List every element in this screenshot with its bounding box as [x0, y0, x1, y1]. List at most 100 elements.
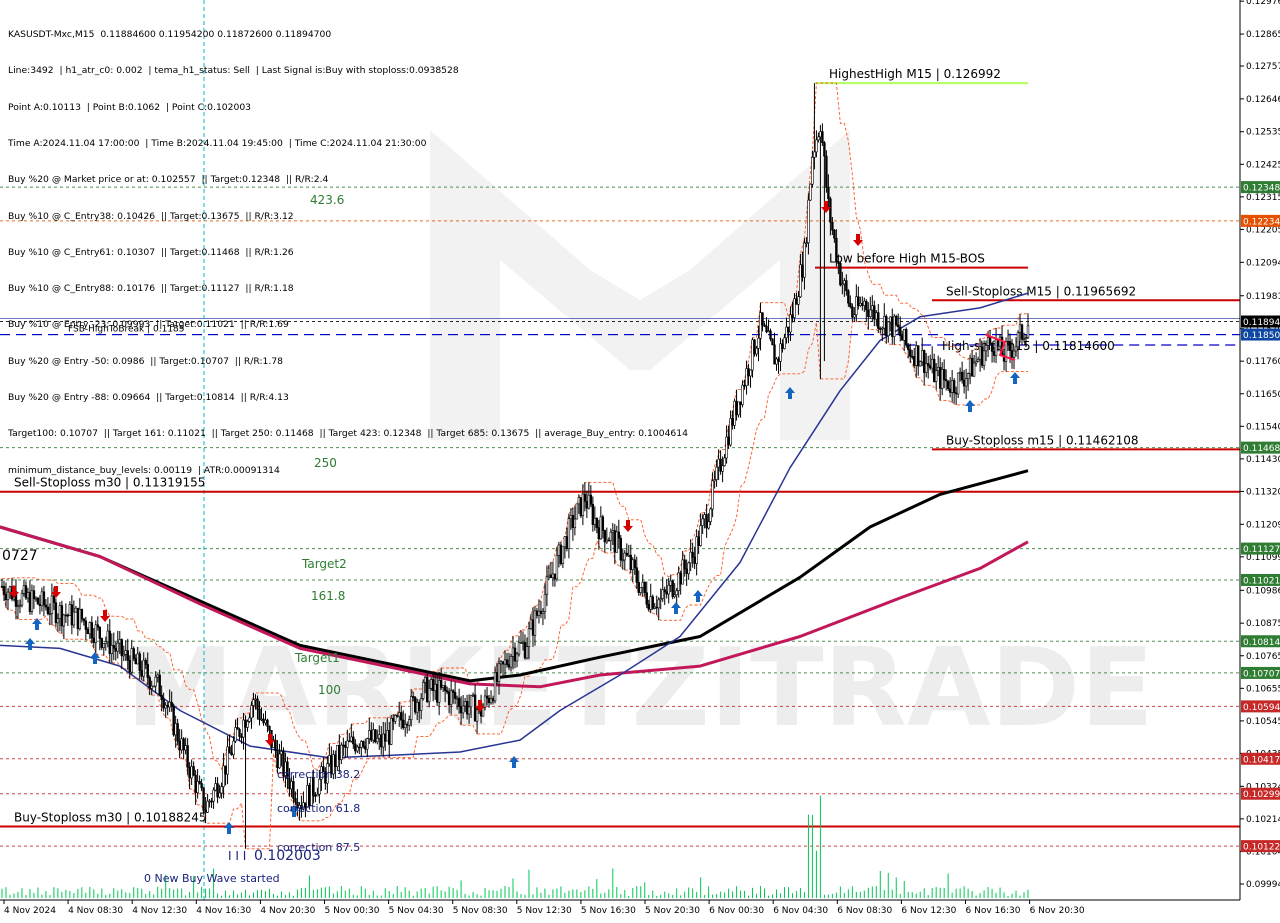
candle-body: [679, 572, 682, 585]
candle-body: [751, 339, 754, 371]
candle-body: [777, 358, 780, 362]
candle-body: [769, 330, 772, 340]
candle-body: [36, 597, 40, 605]
candle-body: [619, 537, 622, 561]
candle-body: [761, 312, 764, 326]
candle-body: [763, 324, 766, 327]
candle-body: [258, 708, 261, 720]
candle-body: [946, 380, 950, 390]
candle-body: [657, 599, 660, 609]
candle-body: [515, 653, 519, 662]
candle-body: [583, 493, 587, 502]
candle-body: [990, 343, 994, 352]
candle-body: [883, 316, 886, 329]
candle-body: [557, 544, 561, 556]
candle-body: [887, 321, 890, 337]
candle-body: [885, 316, 888, 337]
candle-body: [978, 346, 982, 360]
candle-body: [112, 645, 115, 649]
candle-body: [525, 646, 529, 659]
y-tick-label: 0.12865: [1246, 30, 1280, 40]
candle-body: [701, 518, 704, 526]
candle-body: [483, 695, 487, 708]
candle-body: [497, 663, 501, 682]
candle-body: [545, 576, 549, 595]
y-tick-label: 0.12315: [1246, 193, 1280, 203]
x-tick-label: 5 Nov 16:30: [581, 906, 636, 916]
candle-body: [392, 718, 395, 722]
candle-body: [1018, 324, 1022, 333]
x-tick-label: 4 Nov 2024: [4, 906, 56, 916]
candle-body: [962, 379, 966, 387]
candle-body: [998, 336, 1002, 347]
candle-body: [352, 736, 355, 745]
candle-body: [212, 789, 215, 802]
candle-body: [835, 237, 838, 263]
candle-body: [753, 339, 756, 355]
candle-body: [1022, 338, 1026, 340]
candle-body: [216, 783, 219, 798]
candle-body: [1024, 337, 1028, 339]
candle-body: [749, 369, 752, 377]
candle-body: [631, 559, 634, 570]
y-tick-label: 0.11540: [1246, 422, 1280, 432]
candle-body: [457, 697, 461, 707]
candle-body: [677, 572, 680, 591]
candle-body: [290, 781, 293, 790]
candle-body: [934, 370, 938, 382]
candle-body: [807, 199, 810, 243]
candle-body: [1006, 341, 1010, 343]
candle-body: [819, 131, 822, 138]
candle-body: [108, 630, 111, 655]
candle-body: [739, 401, 742, 405]
candle-body: [601, 516, 605, 531]
candle-body: [417, 702, 421, 711]
candle-body: [541, 611, 545, 614]
candle-body: [980, 346, 984, 366]
candle-body: [889, 316, 892, 323]
candle-body: [919, 361, 922, 367]
candle-body: [206, 800, 209, 813]
candle-body: [348, 740, 351, 743]
candle-body: [114, 647, 117, 652]
price-chart[interactable]: MARKETZITRADE HighestHigh M15 | 0.126992…: [0, 0, 1280, 920]
candle-body: [202, 787, 205, 811]
candle-body: [314, 795, 317, 797]
candle-body: [174, 723, 177, 736]
candle-body: [146, 664, 149, 678]
candle-body: [741, 384, 744, 405]
price-tag-label: 0.11021: [1243, 576, 1280, 586]
x-tick-label: 6 Nov 12:30: [901, 906, 956, 916]
candle-body: [950, 380, 954, 393]
candle-body: [58, 605, 62, 619]
candle-body: [162, 699, 165, 709]
candle-body: [855, 296, 858, 315]
candle-body: [236, 727, 239, 730]
y-tick-label: 0.10214: [1246, 815, 1280, 825]
y-tick-label: 0.10986: [1246, 586, 1280, 596]
candle-body: [76, 607, 80, 630]
candle-body: [384, 733, 387, 742]
candle-body: [903, 328, 906, 341]
candle-body: [595, 517, 599, 528]
price-tag-label: 0.11894: [1243, 318, 1280, 328]
candle-body: [471, 694, 475, 697]
price-tag-label: 0.10814: [1243, 638, 1280, 648]
candle-body: [32, 590, 36, 600]
fib-label: 250: [314, 456, 337, 470]
candle-body: [425, 676, 429, 702]
level-label: Low before High M15-BOS: [829, 252, 985, 266]
candle-body: [825, 155, 828, 188]
chart-root[interactable]: MARKETZITRADE HighestHigh M15 | 0.126992…: [0, 0, 1280, 920]
candle-body: [54, 602, 58, 624]
candle-body: [152, 685, 155, 688]
candle-body: [220, 786, 223, 794]
watermark-text: MARKETZITRADE: [126, 626, 1154, 751]
candle-body: [8, 586, 12, 593]
candle-body: [388, 730, 391, 745]
candle-body: [639, 587, 642, 593]
y-tick-label: 0.12094: [1246, 258, 1280, 268]
candle-body: [22, 585, 26, 594]
candle-body: [242, 719, 245, 738]
candle-body: [441, 685, 445, 688]
